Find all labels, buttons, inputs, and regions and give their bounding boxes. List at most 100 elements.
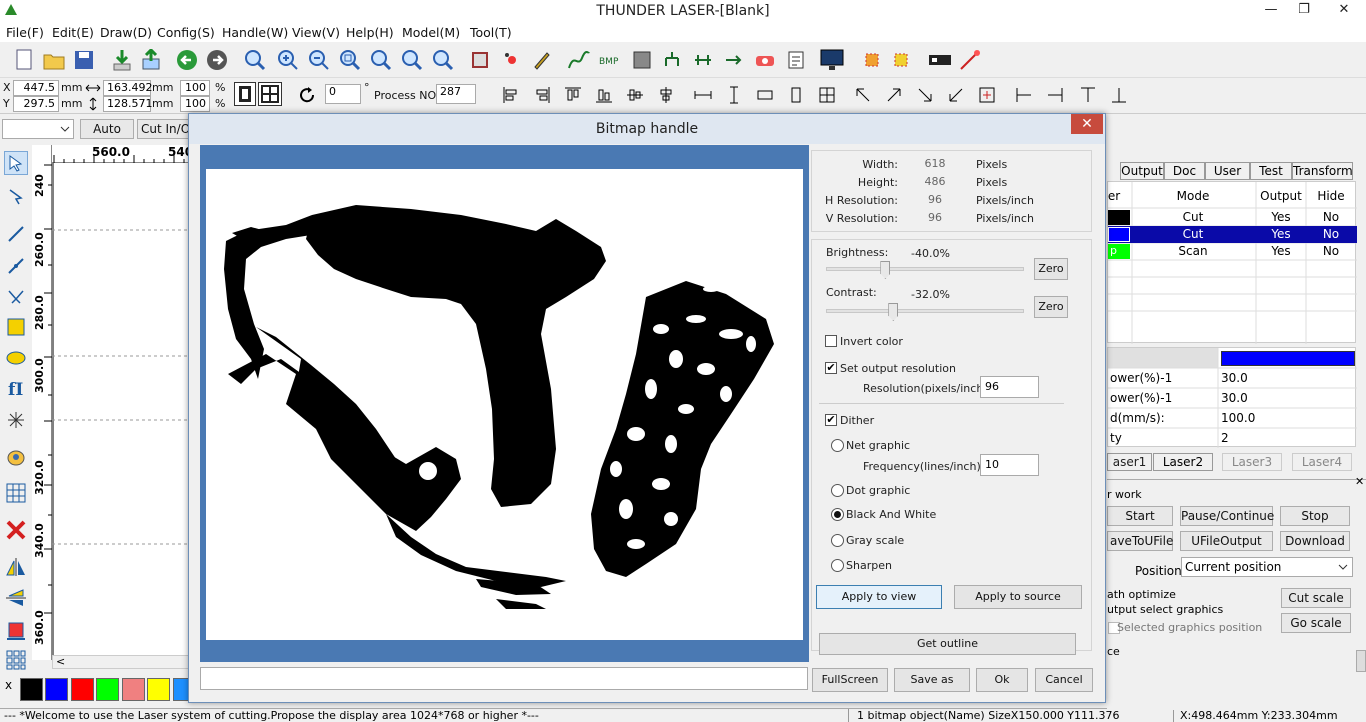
layer-output-1[interactable]: Yes — [1256, 210, 1306, 224]
move-bottomright-icon[interactable] — [914, 84, 936, 106]
tree-icon[interactable] — [660, 48, 684, 72]
menu-handle[interactable]: Handle(W) — [222, 25, 288, 40]
move-topleft-icon[interactable] — [852, 84, 874, 106]
bitmap-preview-image[interactable] — [206, 169, 803, 640]
y-field[interactable]: 297.5 — [13, 96, 59, 112]
tab-laser2[interactable]: Laser2 — [1153, 453, 1213, 471]
panel-scrollbar[interactable] — [1356, 650, 1366, 672]
menu-model[interactable]: Model(M) — [402, 25, 460, 40]
rect-tool-icon[interactable] — [630, 48, 654, 72]
menu-config[interactable]: Config(S) — [157, 25, 215, 40]
rotate-icon[interactable] — [296, 84, 318, 106]
menu-tool[interactable]: Tool(T) — [470, 25, 512, 40]
ufile-output-button[interactable]: UFileOutput — [1180, 531, 1273, 551]
same-height-icon[interactable] — [723, 84, 745, 106]
dist-bottom-icon[interactable] — [1108, 84, 1130, 106]
panel-close-icon[interactable]: ✕ — [1355, 475, 1364, 488]
gray-scale-radio[interactable] — [831, 534, 844, 547]
align-top-icon[interactable] — [562, 84, 584, 106]
layer-color-green[interactable]: p — [1108, 244, 1130, 259]
save-icon[interactable] — [72, 48, 96, 72]
laser-head-icon[interactable] — [753, 48, 777, 72]
cut-scale-button[interactable]: Cut scale — [1281, 588, 1351, 608]
grid-select2-icon[interactable] — [889, 48, 913, 72]
node-tool-icon[interactable] — [4, 185, 28, 209]
zoom-icon[interactable] — [243, 48, 267, 72]
same-width-icon[interactable] — [692, 84, 714, 106]
text-tool-icon[interactable]: fI — [4, 377, 28, 401]
fullscreen-button[interactable]: FullScreen — [812, 668, 888, 692]
tab-laser1[interactable]: aser1 — [1107, 453, 1152, 471]
curve-tool-icon[interactable] — [567, 48, 591, 72]
align-bottom-icon[interactable] — [593, 84, 615, 106]
cut-in-out-button[interactable]: Cut In/Ou — [137, 119, 191, 139]
array-icon[interactable] — [722, 48, 746, 72]
layer-mode-3[interactable]: Scan — [1133, 244, 1253, 258]
import-icon[interactable] — [110, 48, 134, 72]
zoom-fit-icon[interactable] — [400, 48, 424, 72]
menu-draw[interactable]: Draw(D) — [100, 25, 152, 40]
layer-hide-3[interactable]: No — [1306, 244, 1356, 258]
layer-output-2[interactable]: Yes — [1256, 227, 1306, 241]
laser-machine-icon[interactable] — [928, 48, 952, 72]
node-edit-icon[interactable] — [500, 48, 524, 72]
dist-left-icon[interactable] — [1013, 84, 1035, 106]
sharpen-radio[interactable] — [831, 559, 844, 572]
bitmap-tool-icon[interactable]: BMP — [598, 48, 622, 72]
frequency-input[interactable]: 10 — [980, 454, 1039, 476]
export-icon[interactable] — [139, 48, 163, 72]
process-field[interactable]: 287 — [436, 84, 476, 104]
flag-tool-icon[interactable] — [4, 618, 28, 642]
cancel-button[interactable]: Cancel — [1035, 668, 1093, 692]
dialog-close-button[interactable]: ✕ — [1071, 114, 1103, 134]
color-swatch-lightblue[interactable] — [173, 678, 189, 701]
start-button[interactable]: Start — [1107, 506, 1173, 526]
apply-to-view-button[interactable]: Apply to view — [816, 585, 942, 609]
dot-graphic-radio[interactable] — [831, 484, 844, 497]
minimize-button[interactable]: — — [1256, 0, 1286, 20]
restore-button[interactable]: ❐ — [1289, 0, 1319, 20]
monitor-icon[interactable] — [820, 48, 844, 72]
scale-y-field[interactable]: 100 — [180, 96, 210, 112]
align-vcenter-icon[interactable] — [655, 84, 677, 106]
black-and-white-radio[interactable] — [831, 508, 844, 521]
tab-laser4[interactable]: Laser4 — [1292, 453, 1352, 471]
menu-help[interactable]: Help(H) — [346, 25, 394, 40]
apply-to-source-button[interactable]: Apply to source — [954, 585, 1082, 609]
color-swatch-red[interactable] — [71, 678, 94, 701]
color-swatch-yellow[interactable] — [147, 678, 170, 701]
palette-clear-label[interactable]: x — [5, 678, 12, 692]
move-bottomleft-icon[interactable] — [945, 84, 967, 106]
delete-icon[interactable] — [4, 518, 28, 542]
same-size-icon[interactable] — [754, 84, 776, 106]
align-hcenter-icon[interactable] — [624, 84, 646, 106]
height-field[interactable]: 128.571 — [103, 96, 153, 112]
layer-hide-1[interactable]: No — [1306, 210, 1356, 224]
rectangle-tool-icon[interactable] — [4, 315, 28, 339]
center-page-icon[interactable] — [816, 84, 838, 106]
ok-button[interactable]: Ok — [976, 668, 1028, 692]
layer-mode-1[interactable]: Cut — [1133, 210, 1253, 224]
ellipse-tool-icon[interactable] — [4, 346, 28, 370]
document-icon[interactable] — [784, 48, 808, 72]
zoom-page-icon[interactable] — [338, 48, 362, 72]
scale-x-field[interactable]: 100 — [180, 80, 210, 96]
align-h-icon[interactable] — [691, 48, 715, 72]
drawing-canvas[interactable]: < — [52, 163, 192, 669]
vertical-space-icon[interactable] — [785, 84, 807, 106]
camera-tool-icon[interactable] — [4, 445, 28, 469]
menu-edit[interactable]: Edit(E) — [52, 25, 94, 40]
move-center-icon[interactable] — [976, 84, 998, 106]
h-scrollbar[interactable]: < — [52, 655, 192, 669]
contrast-slider[interactable] — [826, 309, 1024, 313]
x-field[interactable]: 447.5 — [13, 80, 59, 96]
zoom-in-icon[interactable] — [276, 48, 300, 72]
set-output-resolution-checkbox[interactable]: ✔ — [825, 362, 837, 374]
new-file-icon[interactable] — [12, 48, 36, 72]
zoom-select-icon[interactable] — [369, 48, 393, 72]
rotate-field[interactable]: 0 — [325, 84, 361, 104]
grid-ratio-icon[interactable] — [258, 82, 282, 106]
array-grid-icon[interactable] — [4, 481, 28, 505]
dist-right-icon[interactable] — [1044, 84, 1066, 106]
save-as-button[interactable]: Save as — [894, 668, 970, 692]
